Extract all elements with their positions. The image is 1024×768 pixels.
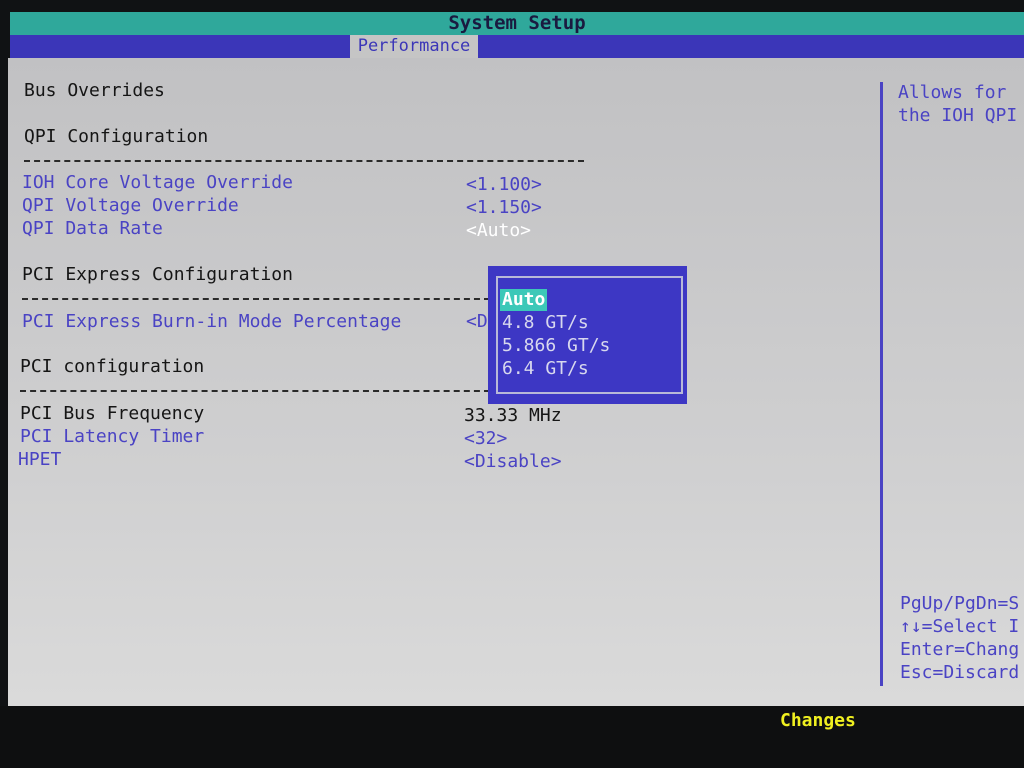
help-text-line2: the IOH QPI: [898, 105, 1018, 126]
help-divider: [880, 82, 883, 686]
popup-option-auto[interactable]: Auto: [500, 289, 548, 311]
help-key-esc: Esc=Discard: [900, 662, 1020, 683]
section-qpi-configuration: QPI Configuration: [24, 126, 209, 147]
section-pci-express-configuration: PCI Express Configuration: [22, 264, 293, 285]
popup-option-4-8[interactable]: 4.8 GT/s: [502, 312, 589, 334]
popup-option-6-4[interactable]: 6.4 GT/s: [502, 358, 589, 380]
section-divider: [20, 390, 490, 392]
setting-qpi-voltage-label[interactable]: QPI Voltage Override: [22, 195, 239, 217]
bios-screen: System Setup Performance Bus Overrides Q…: [0, 0, 1024, 768]
setting-qpi-data-rate-label[interactable]: QPI Data Rate: [22, 218, 163, 240]
title-bar: System Setup: [10, 12, 1024, 35]
help-key-select: ↑↓=Select I: [900, 616, 1020, 637]
help-key-pgup-pgdn: PgUp/PgDn=S: [900, 593, 1020, 614]
setting-pci-bus-frequency-label: PCI Bus Frequency: [20, 403, 205, 424]
setting-qpi-voltage-value[interactable]: <1.150>: [466, 197, 542, 219]
section-bus-overrides: Bus Overrides: [24, 80, 165, 101]
section-divider: [22, 298, 490, 300]
setting-pci-latency-timer-value[interactable]: <32>: [464, 428, 507, 450]
section-divider: [24, 160, 584, 162]
setting-hpet-label[interactable]: HPET: [18, 449, 61, 471]
setting-pcie-burn-in-label[interactable]: PCI Express Burn-in Mode Percentage: [22, 311, 401, 333]
help-text-line1: Allows for: [898, 82, 1007, 103]
section-pci-configuration: PCI configuration: [20, 356, 205, 377]
setting-ioh-core-voltage-label[interactable]: IOH Core Voltage Override: [22, 172, 293, 194]
footer-changes: Changes: [780, 710, 856, 731]
setting-qpi-data-rate-value[interactable]: <Auto>: [466, 220, 531, 242]
help-key-enter: Enter=Chang: [900, 639, 1020, 660]
page-title: System Setup: [448, 12, 586, 34]
setting-ioh-core-voltage-value[interactable]: <1.100>: [466, 174, 542, 196]
setting-pci-latency-timer-label[interactable]: PCI Latency Timer: [20, 426, 204, 448]
setting-hpet-value[interactable]: <Disable>: [464, 451, 562, 473]
popup-option-5-866[interactable]: 5.866 GT/s: [502, 335, 610, 357]
setting-pci-bus-frequency-value: 33.33 MHz: [464, 405, 562, 426]
setting-pcie-burn-in-value[interactable]: <D: [466, 311, 488, 333]
footer-bar: Changes: [0, 706, 1024, 768]
tab-bar: Performance: [10, 35, 1024, 58]
qpi-data-rate-popup: Auto 4.8 GT/s 5.866 GT/s 6.4 GT/s: [488, 266, 687, 404]
tab-performance[interactable]: Performance: [350, 35, 478, 58]
